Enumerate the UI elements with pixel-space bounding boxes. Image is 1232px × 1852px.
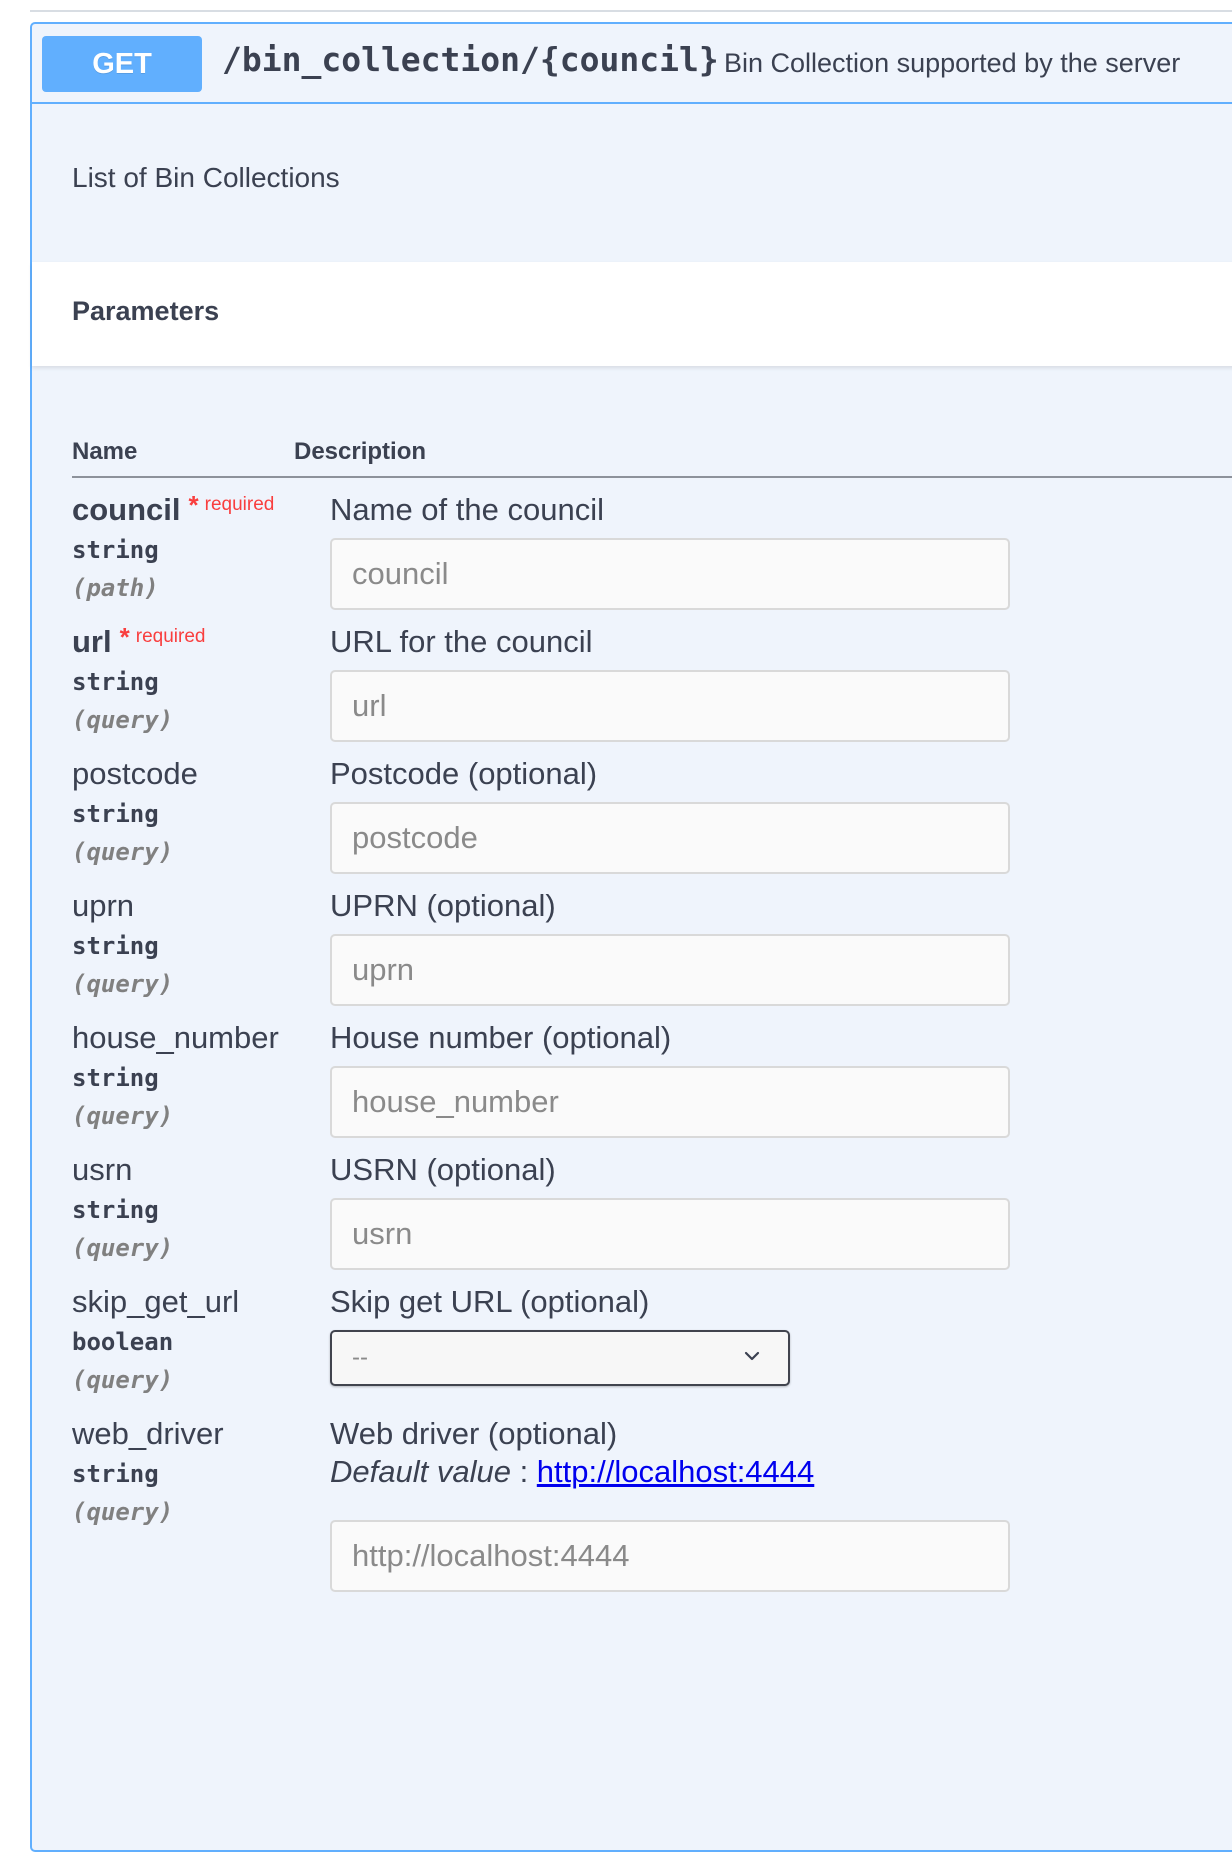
default-value-label: Default value	[330, 1454, 511, 1489]
param-description: House number (optional)	[330, 1020, 672, 1055]
param-row-skip-get-url: skip_get_url boolean (query) Skip get UR…	[72, 1284, 1222, 1424]
url-input[interactable]	[330, 670, 1010, 742]
param-name: skip_get_url	[72, 1284, 240, 1319]
param-type: string	[72, 932, 159, 960]
operation-description: List of Bin Collections	[72, 162, 340, 193]
table-header-rule	[72, 476, 1232, 478]
param-description: USRN (optional)	[330, 1152, 556, 1187]
param-location: (query)	[72, 1498, 174, 1526]
param-row-usrn: usrn string (query) USRN (optional)	[72, 1152, 1222, 1292]
param-location: (query)	[72, 1366, 174, 1394]
param-type: boolean	[72, 1328, 174, 1356]
required-star: *	[188, 490, 199, 520]
web-driver-input[interactable]	[330, 1520, 1010, 1592]
council-input[interactable]	[330, 538, 1010, 610]
top-divider	[30, 10, 1232, 12]
column-header-description: Description	[294, 438, 427, 465]
chevron-down-icon	[744, 1351, 760, 1361]
param-type: string	[72, 1064, 159, 1092]
skip-get-url-select[interactable]: --	[330, 1330, 790, 1386]
param-location: (query)	[72, 706, 174, 734]
param-description: URL for the council	[330, 624, 593, 659]
param-name: usrn	[72, 1152, 133, 1187]
param-row-postcode: postcode string (query) Postcode (option…	[72, 756, 1222, 896]
param-name: house_number	[72, 1020, 279, 1055]
param-description: Postcode (optional)	[330, 756, 598, 791]
param-row-house-number: house_number string (query) House number…	[72, 1020, 1222, 1160]
column-header-name: Name	[72, 438, 138, 465]
required-label: required	[135, 626, 206, 647]
param-location: (query)	[72, 1234, 174, 1262]
param-name-text: url	[72, 624, 112, 659]
param-location: (path)	[72, 574, 159, 602]
param-name: postcode	[72, 756, 198, 791]
parameters-title: Parameters	[72, 296, 220, 326]
operation-block-get: GET /bin_collection/{council} Bin Collec…	[30, 22, 1232, 1852]
param-type: string	[72, 536, 159, 564]
param-row-web-driver: web_driver string (query) Web driver (op…	[72, 1416, 1222, 1592]
method-badge: GET	[42, 36, 202, 92]
default-value-link[interactable]: http://localhost:4444	[537, 1454, 814, 1489]
required-label: required	[204, 494, 275, 515]
param-type: string	[72, 668, 159, 696]
param-description: UPRN (optional)	[330, 888, 556, 923]
house-number-input[interactable]	[330, 1066, 1010, 1138]
uprn-input[interactable]	[330, 934, 1010, 1006]
operation-summary-text: Bin Collection supported by the server	[724, 48, 1181, 78]
usrn-input[interactable]	[330, 1198, 1010, 1270]
param-location: (query)	[72, 1102, 174, 1130]
param-type: string	[72, 800, 159, 828]
param-type: string	[72, 1196, 159, 1224]
operation-path: /bin_collection/{council}	[222, 40, 719, 79]
parameters-header: Parameters	[32, 262, 1232, 366]
param-row-council: council * required string (path) Name of t…	[72, 490, 1222, 632]
param-name: council * required	[72, 490, 275, 528]
param-name: uprn	[72, 888, 135, 923]
param-name: url * required	[72, 622, 206, 660]
required-star: *	[119, 622, 130, 652]
postcode-input[interactable]	[330, 802, 1010, 874]
param-description: Skip get URL (optional)	[330, 1284, 650, 1319]
param-row-uprn: uprn string (query) UPRN (optional)	[72, 888, 1222, 1028]
param-name-text: council	[72, 492, 181, 527]
param-location: (query)	[72, 970, 174, 998]
param-description: Web driver (optional)	[330, 1416, 618, 1451]
param-type: string	[72, 1460, 159, 1488]
param-row-url: url * required string (query) URL for the …	[72, 622, 1222, 764]
default-value-separator: :	[510, 1454, 537, 1489]
param-description: Name of the council	[330, 492, 604, 527]
operation-summary[interactable]: GET /bin_collection/{council} Bin Collec…	[32, 24, 1232, 104]
select-value: --	[352, 1344, 368, 1371]
param-location: (query)	[72, 838, 174, 866]
default-value-line: Default value : http://localhost:4444	[330, 1454, 814, 1490]
param-name: web_driver	[72, 1416, 224, 1451]
